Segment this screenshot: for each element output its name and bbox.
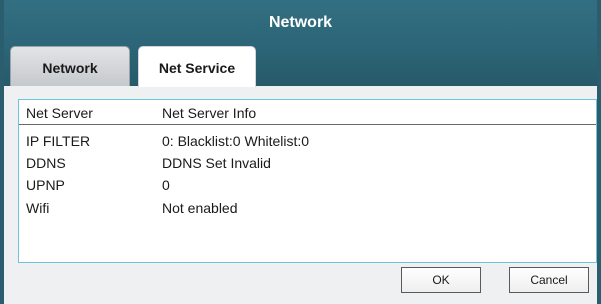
service-name: DDNS [26, 155, 66, 171]
tab-network[interactable]: Network [10, 46, 130, 86]
column-header-net-server: Net Server [26, 105, 93, 121]
column-header-net-server-info: Net Server Info [162, 105, 257, 121]
service-name: UPNP [26, 177, 65, 193]
ok-button[interactable]: OK [401, 267, 481, 293]
list-item-ip-filter[interactable]: IP FILTER 0: Blacklist:0 Whitelist:0 [19, 130, 596, 152]
network-dialog: Network Network Net Service Net Server N… [0, 0, 601, 304]
tab-net-service[interactable]: Net Service [138, 46, 256, 87]
title-bar: Network Network Net Service [4, 0, 597, 87]
list-header: Net Server Net Server Info [19, 102, 596, 125]
list-item-upnp[interactable]: UPNP 0 [19, 174, 596, 196]
cancel-button[interactable]: Cancel [509, 267, 589, 293]
service-info: 0 [162, 177, 170, 193]
list-item-ddns[interactable]: DDNS DDNS Set Invalid [19, 152, 596, 174]
service-name: Wifi [26, 200, 50, 216]
service-name: IP FILTER [26, 133, 91, 149]
list-item-wifi[interactable]: Wifi Not enabled [19, 197, 596, 219]
window-title: Network [268, 14, 333, 31]
net-service-list: Net Server Net Server Info IP FILTER 0: … [18, 99, 597, 263]
service-info: Not enabled [162, 200, 238, 216]
service-info: DDNS Set Invalid [162, 155, 271, 171]
service-info: 0: Blacklist:0 Whitelist:0 [162, 133, 310, 149]
